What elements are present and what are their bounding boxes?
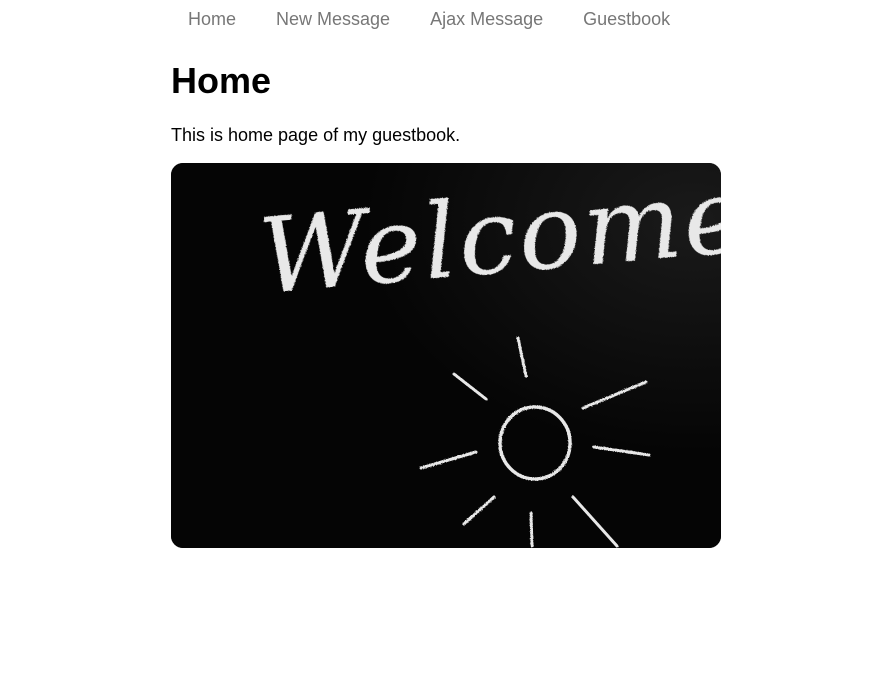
- nav-link-new-message[interactable]: New Message: [276, 8, 390, 30]
- welcome-chalkboard-image: Welcome: [171, 163, 721, 548]
- chalkboard-illustration: Welcome: [171, 163, 721, 548]
- intro-text: This is home page of my guestbook.: [171, 125, 461, 145]
- nav-link-home[interactable]: Home: [188, 8, 236, 30]
- page: Home New Message Ajax Message Guestbook …: [0, 0, 882, 688]
- top-nav: Home New Message Ajax Message Guestbook: [188, 8, 670, 30]
- sun-ray: [529, 511, 534, 548]
- nav-link-guestbook[interactable]: Guestbook: [583, 8, 670, 30]
- main-content: Home This is home page of my guestbook. …: [171, 60, 721, 548]
- nav-link-ajax-message[interactable]: Ajax Message: [430, 8, 543, 30]
- page-title: Home: [171, 60, 272, 101]
